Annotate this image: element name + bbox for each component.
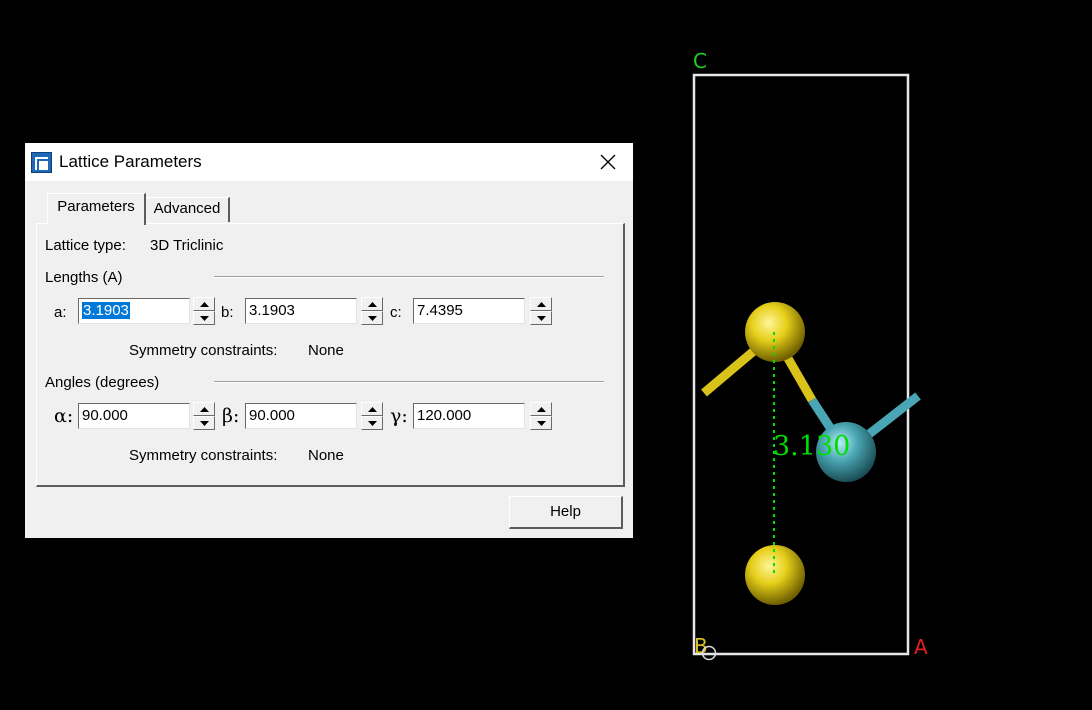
distance-label: 3.130 <box>773 431 850 462</box>
structure-viewer[interactable]: 3.130 C A B <box>0 0 1092 710</box>
axis-c-label: C <box>693 49 707 73</box>
tab-parameters[interactable]: Parameters <box>47 193 146 225</box>
axis-a-label: A <box>914 635 928 659</box>
axis-b-label: B <box>694 634 708 658</box>
atom-s-bottom[interactable] <box>745 545 805 605</box>
